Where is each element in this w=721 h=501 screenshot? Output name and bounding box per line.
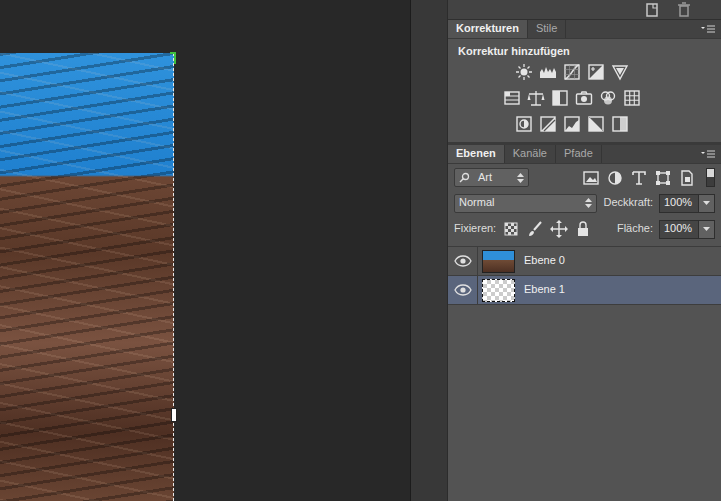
- filter-toggle[interactable]: [706, 168, 715, 187]
- blend-mode: Normal: [459, 196, 494, 209]
- panel-tab[interactable]: Pfade: [556, 145, 602, 163]
- smart-object-filter-icon[interactable]: [678, 169, 696, 187]
- visibility-toggle[interactable]: [448, 247, 478, 275]
- adjustment-icon-row: [458, 89, 711, 107]
- brightness-icon[interactable]: [515, 63, 533, 81]
- layer-name[interactable]: Ebene 1: [524, 276, 565, 304]
- levels-icon[interactable]: [539, 63, 557, 81]
- black-white-icon[interactable]: [551, 89, 569, 107]
- type-filter-icon[interactable]: [630, 169, 648, 187]
- layer-name[interactable]: Ebene 0: [524, 247, 565, 275]
- threshold-icon[interactable]: [563, 115, 581, 133]
- corner-mark: [170, 52, 176, 64]
- adjustments-title: Korrektur hinzufügen: [458, 45, 711, 58]
- shape-filter-icon[interactable]: [654, 169, 672, 187]
- panel-dock: [410, 0, 448, 501]
- panel-menu-icon[interactable]: [699, 145, 717, 163]
- fill-label: Fläche:: [617, 222, 653, 235]
- gradient-map-icon[interactable]: [587, 115, 605, 133]
- opacity-arrow[interactable]: [699, 194, 715, 213]
- panel-menu[interactable]: [699, 145, 721, 163]
- exposure-icon[interactable]: [587, 63, 605, 81]
- lock-position-icon[interactable]: [550, 220, 568, 238]
- layer-row[interactable]: Ebene 1: [448, 276, 721, 305]
- vibrance-icon[interactable]: [611, 63, 629, 81]
- invert-icon[interactable]: [515, 115, 533, 133]
- blend-mode-dropdown[interactable]: Normal: [454, 194, 597, 213]
- lock-all-icon[interactable]: [574, 220, 592, 238]
- toggle-knob-icon: [707, 169, 714, 177]
- layer-thumbnail: [482, 250, 515, 273]
- pixel-filter-icon[interactable]: [582, 169, 600, 187]
- panel-tab[interactable]: Stile: [528, 20, 566, 38]
- layer-row[interactable]: Ebene 0: [448, 247, 721, 276]
- layer-list: Ebene 0Ebene 1: [448, 246, 721, 501]
- panel-tab[interactable]: Korrekturen: [448, 20, 528, 38]
- adjustments-tabbar: KorrekturenStile: [448, 20, 721, 39]
- layers-tabbar: EbenenKanälePfade: [448, 145, 721, 164]
- opacity-field[interactable]: 100%: [659, 194, 699, 213]
- posterize-icon[interactable]: [539, 115, 557, 133]
- new-layer-icon[interactable]: [643, 1, 661, 19]
- filter-row: Art: [448, 164, 721, 190]
- eye-icon[interactable]: [454, 252, 472, 270]
- canvas[interactable]: [0, 0, 410, 501]
- adjustment-icon-row: [458, 63, 711, 81]
- filter-label: Art: [478, 171, 492, 184]
- photo[interactable]: [0, 53, 174, 501]
- search-icon: [459, 172, 470, 183]
- eye-icon[interactable]: [454, 281, 472, 299]
- fill-field[interactable]: 100%: [659, 220, 699, 239]
- arrow-down-icon: [703, 227, 710, 231]
- dropdown-arrow-icon: [517, 173, 524, 183]
- adjustment-icon-row: [458, 115, 711, 133]
- lock-label: Fixieren:: [454, 222, 496, 235]
- photo-filter-icon[interactable]: [575, 89, 593, 107]
- color-balance-icon[interactable]: [527, 89, 545, 107]
- dropdown-arrow-icon: [585, 198, 592, 208]
- hue-saturation-icon[interactable]: [503, 89, 521, 107]
- filter-dropdown[interactable]: Art: [454, 168, 529, 187]
- blend-row: Normal Deckkraft: 100%: [448, 190, 721, 216]
- panel-tab[interactable]: Kanäle: [505, 145, 556, 163]
- panel-toolbar: [448, 0, 721, 20]
- lock-transparency-icon[interactable]: [502, 220, 520, 238]
- panel-tab[interactable]: Ebenen: [448, 145, 505, 163]
- layer-thumbnail: [482, 279, 515, 302]
- arrow-down-icon: [703, 201, 710, 205]
- curves-icon[interactable]: [563, 63, 581, 81]
- channel-mixer-icon[interactable]: [599, 89, 617, 107]
- panel-menu-icon[interactable]: [699, 20, 717, 38]
- visibility-toggle[interactable]: [448, 276, 478, 304]
- lock-row: Fixieren: Fläche: 100%: [448, 216, 721, 242]
- transform-handle[interactable]: [171, 408, 177, 422]
- lock-pixels-icon[interactable]: [526, 220, 544, 238]
- fill-arrow[interactable]: [699, 220, 715, 239]
- selective-color-icon[interactable]: [611, 115, 629, 133]
- color-lookup-icon[interactable]: [623, 89, 641, 107]
- trash-icon[interactable]: [675, 1, 693, 19]
- adjustment-filter-icon[interactable]: [606, 169, 624, 187]
- opacity-label: Deckkraft:: [603, 196, 653, 209]
- panel-area: KorrekturenStile Korrektur hinzufügen Eb…: [448, 0, 721, 501]
- panel-menu[interactable]: [699, 20, 721, 38]
- adjustments-panel: Korrektur hinzufügen: [448, 39, 721, 142]
